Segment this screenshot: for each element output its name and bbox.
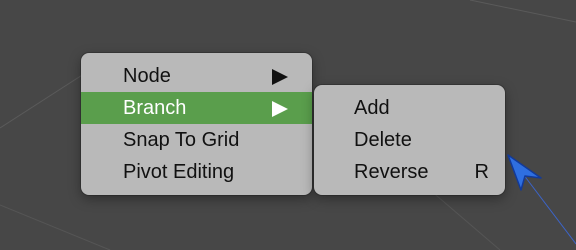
submenu-item-reverse[interactable]: Reverse R xyxy=(314,156,505,188)
menu-item-label: Reverse xyxy=(354,161,429,183)
branch-submenu: Add Delete Reverse R xyxy=(314,85,505,195)
menu-item-pivot-editing[interactable]: Pivot Editing xyxy=(81,156,312,188)
menu-item-snap-to-grid[interactable]: Snap To Grid xyxy=(81,124,312,156)
arrow-cursor-icon xyxy=(507,154,542,191)
scene-viewport[interactable]: Node Branch Snap To Grid Pivot Editing A… xyxy=(0,0,576,250)
menu-item-label: Pivot Editing xyxy=(123,161,235,183)
menu-item-label: Add xyxy=(354,97,390,119)
menu-item-branch[interactable]: Branch xyxy=(81,92,312,124)
context-menu: Node Branch Snap To Grid Pivot Editing xyxy=(81,53,312,195)
menu-item-node[interactable]: Node xyxy=(81,60,312,92)
menu-item-label: Delete xyxy=(354,129,412,151)
submenu-item-add[interactable]: Add xyxy=(314,92,505,124)
triangle-right-icon xyxy=(272,69,288,85)
shortcut-key: R xyxy=(474,161,489,183)
menu-item-label: Snap To Grid xyxy=(123,129,240,151)
menu-item-label: Node xyxy=(123,65,171,87)
triangle-right-icon xyxy=(272,101,288,117)
submenu-item-delete[interactable]: Delete xyxy=(314,124,505,156)
menu-item-label: Branch xyxy=(123,97,187,119)
